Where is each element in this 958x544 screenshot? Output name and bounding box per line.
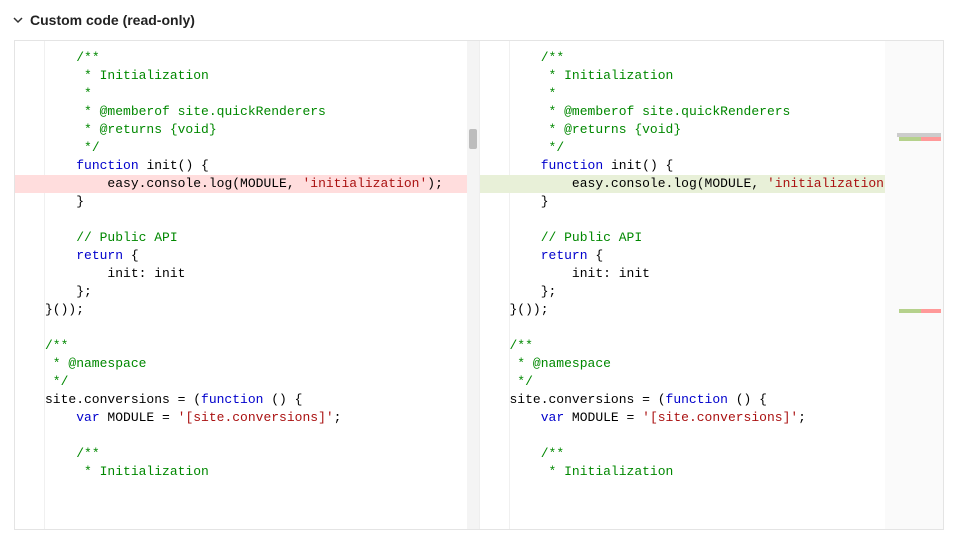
code-line: * — [45, 85, 479, 103]
minimap-mark-red — [921, 309, 941, 313]
diff-panes: /** * Initialization * * @memberof site.… — [14, 40, 944, 530]
code-line: */ — [510, 139, 944, 157]
code-line: site.conversions = (function () { — [510, 391, 944, 409]
code-line: * Initialization — [510, 67, 944, 85]
code-line: /** — [45, 445, 479, 463]
code-line: }; — [510, 283, 944, 301]
code-line: }()); — [45, 301, 479, 319]
minimap-mark-red — [921, 137, 941, 141]
code-line: easy.console.log(MODULE, 'initialization… — [45, 175, 479, 193]
left-scrollbar[interactable] — [467, 41, 479, 529]
chevron-down-icon — [12, 14, 24, 26]
code-line — [510, 319, 944, 337]
code-line: /** — [510, 445, 944, 463]
code-line: // Public API — [45, 229, 479, 247]
code-line: * @returns {void} — [45, 121, 479, 139]
section-header[interactable]: Custom code (read-only) — [0, 0, 958, 40]
right-fold-gutter[interactable] — [480, 41, 510, 529]
section-title: Custom code (read-only) — [30, 12, 195, 28]
code-line: return { — [510, 247, 944, 265]
left-fold-gutter[interactable] — [15, 41, 45, 529]
code-line: * Initialization — [510, 463, 944, 481]
right-pane: /** * Initialization * * @memberof site.… — [480, 41, 944, 529]
code-line: site.conversions = (function () { — [45, 391, 479, 409]
code-line: init: init — [510, 265, 944, 283]
code-line: var MODULE = '[site.conversions]'; — [45, 409, 479, 427]
code-line: }; — [45, 283, 479, 301]
code-line: */ — [45, 373, 479, 391]
code-line: // Public API — [510, 229, 944, 247]
code-line: function init() { — [510, 157, 944, 175]
code-line: * @returns {void} — [510, 121, 944, 139]
minimap-mark-green — [899, 137, 921, 141]
code-line: */ — [510, 373, 944, 391]
code-line: * — [510, 85, 944, 103]
code-line: /** — [45, 49, 479, 67]
code-line: var MODULE = '[site.conversions]'; — [510, 409, 944, 427]
code-line: }()); — [510, 301, 944, 319]
left-scroll-thumb[interactable] — [469, 129, 477, 149]
code-line: function init() { — [45, 157, 479, 175]
code-line: /** — [45, 337, 479, 355]
code-line: /** — [510, 337, 944, 355]
code-line: easy.console.log(MODULE, 'initialization… — [510, 175, 944, 193]
minimap-mark-green — [899, 309, 921, 313]
code-line — [510, 427, 944, 445]
code-line: return { — [45, 247, 479, 265]
code-line — [45, 211, 479, 229]
code-line: /** — [510, 49, 944, 67]
code-line: } — [45, 193, 479, 211]
code-line: * @memberof site.quickRenderers — [45, 103, 479, 121]
code-line: * @namespace — [45, 355, 479, 373]
left-code[interactable]: /** * Initialization * * @memberof site.… — [45, 41, 479, 529]
code-line: } — [510, 193, 944, 211]
right-code[interactable]: /** * Initialization * * @memberof site.… — [510, 41, 944, 529]
code-line — [45, 427, 479, 445]
code-line: * @memberof site.quickRenderers — [510, 103, 944, 121]
code-line — [45, 319, 479, 337]
code-line — [510, 211, 944, 229]
diff-container: /** * Initialization * * @memberof site.… — [0, 40, 958, 530]
code-line: */ — [45, 139, 479, 157]
code-line: * Initialization — [45, 67, 479, 85]
left-pane: /** * Initialization * * @memberof site.… — [15, 41, 480, 529]
right-minimap[interactable] — [885, 41, 943, 529]
code-line: init: init — [45, 265, 479, 283]
code-line: * Initialization — [45, 463, 479, 481]
code-line: * @namespace — [510, 355, 944, 373]
